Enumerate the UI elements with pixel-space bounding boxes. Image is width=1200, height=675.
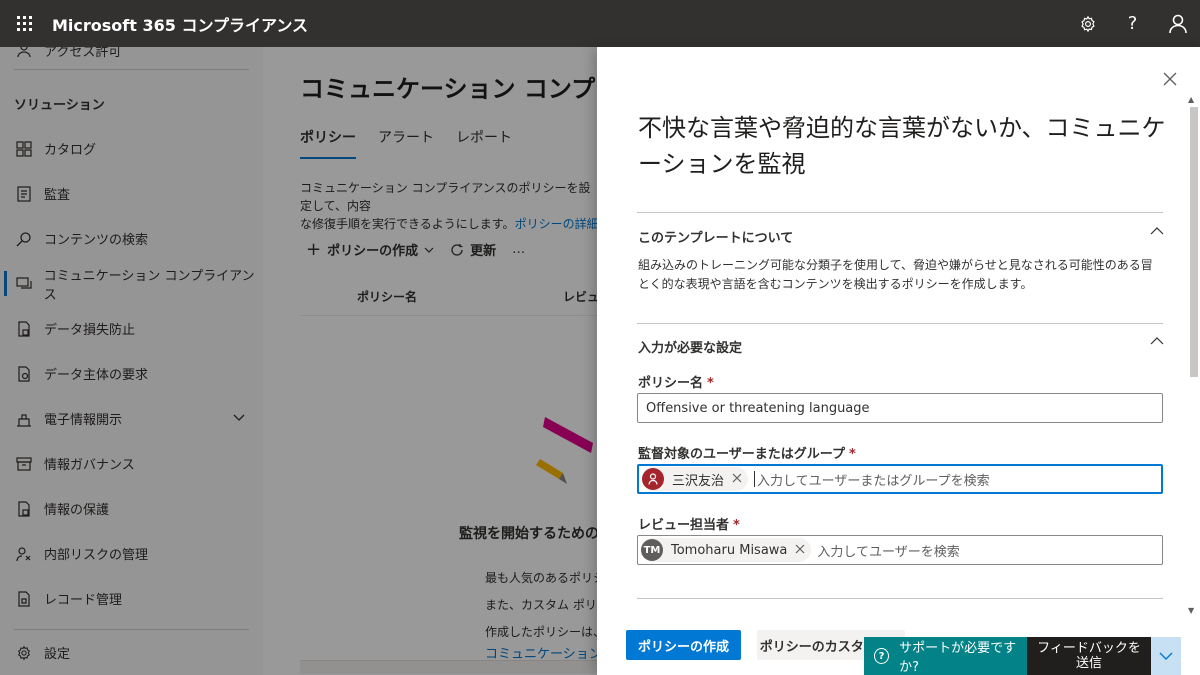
persona-name: 三沢友治 (672, 473, 725, 489)
persona-chip: TM Tomoharu Misawa (641, 538, 812, 562)
panel-title: 不快な言葉や脅迫的な言葉がないか、コミュニケーションを監視 (638, 114, 1166, 178)
reviewers-picker[interactable]: TM Tomoharu Misawa 入力してユーザーを検索 (637, 535, 1163, 565)
person-icon (1168, 14, 1187, 33)
close-button[interactable] (1160, 69, 1180, 89)
help-icon: ? (874, 648, 890, 664)
about-section-title: このテンプレートについて (638, 231, 794, 246)
section-divider (637, 323, 1163, 324)
help-icon: ? (1127, 13, 1138, 34)
scroll-up-arrow[interactable]: ▲ (1188, 95, 1194, 104)
app-launcher-button[interactable] (0, 0, 48, 47)
gear-icon (1080, 15, 1095, 32)
users-search-placeholder: 入力してユーザーまたはグループを検索 (757, 473, 990, 489)
app-title[interactable]: Microsoft 365 コンプライアンス (52, 12, 308, 36)
create-policy-button[interactable]: ポリシーの作成 (626, 630, 741, 660)
close-icon (732, 473, 742, 483)
policy-name-value: Offensive or threatening language (646, 400, 870, 416)
policy-name-input[interactable]: Offensive or threatening language (637, 393, 1163, 423)
avatar: TM (641, 539, 663, 561)
section-divider (637, 598, 1163, 599)
section-divider (637, 212, 1163, 213)
collapse-help-button[interactable] (1151, 637, 1181, 675)
chevron-down-icon (1159, 652, 1173, 660)
help-button[interactable]: ? (1110, 0, 1155, 47)
text-cursor (754, 471, 756, 487)
persona-chip: 三沢友治 (642, 467, 749, 491)
reviewers-label: レビュー担当者 * (638, 518, 740, 533)
scroll-down-arrow[interactable]: ▼ (1188, 606, 1194, 615)
modal-overlay[interactable] (0, 47, 597, 675)
about-section-body: 組み込みのトレーニング可能な分類子を使用して、脅迫や嫌がらせと見なされる可能性の… (638, 258, 1153, 291)
avatar (642, 468, 664, 490)
chevron-up-icon (1150, 227, 1164, 235)
need-help-label: サポートが必要ですか? (899, 641, 1017, 675)
person-icon (648, 473, 658, 485)
vertical-scrollbar[interactable]: ▲ ▼ (1188, 95, 1198, 615)
required-section-title: 入力が必要な設定 (638, 341, 743, 356)
account-button[interactable] (1155, 0, 1200, 47)
reviewers-search-placeholder: 入力してユーザーを検索 (817, 544, 960, 560)
required-section-header[interactable]: 入力が必要な設定 (638, 337, 1164, 356)
persona-name: Tomoharu Misawa (671, 542, 788, 558)
waffle-icon (16, 16, 32, 31)
settings-button[interactable] (1065, 0, 1110, 47)
scrollbar-thumb[interactable] (1190, 107, 1198, 377)
template-panel: 不快な言葉や脅迫的な言葉がないか、コミュニケーションを監視 このテンプレートにつ… (597, 47, 1200, 675)
supervised-users-label: 監督対象のユーザーまたはグループ * (638, 447, 856, 462)
remove-persona-button[interactable] (732, 472, 742, 486)
remove-persona-button[interactable] (795, 543, 805, 557)
feedback-button[interactable]: フィードバックを送信 (1027, 637, 1151, 675)
help-bar: ? サポートが必要ですか? フィードバックを送信 (864, 637, 1181, 675)
panel-scroll-area: 不快な言葉や脅迫的な言葉がないか、コミュニケーションを監視 このテンプレートにつ… (597, 97, 1186, 657)
supervised-users-picker[interactable]: 三沢友治 入力してユーザーまたはグループを検索 (637, 464, 1163, 494)
need-help-button[interactable]: ? サポートが必要ですか? (864, 637, 1027, 675)
close-icon (795, 544, 805, 554)
close-icon (1163, 72, 1177, 86)
chevron-up-icon (1150, 337, 1164, 345)
policy-name-label: ポリシー名 * (638, 376, 714, 391)
about-section-header[interactable]: このテンプレートについて (638, 227, 1164, 246)
top-bar: Microsoft 365 コンプライアンス ? (0, 0, 1200, 47)
